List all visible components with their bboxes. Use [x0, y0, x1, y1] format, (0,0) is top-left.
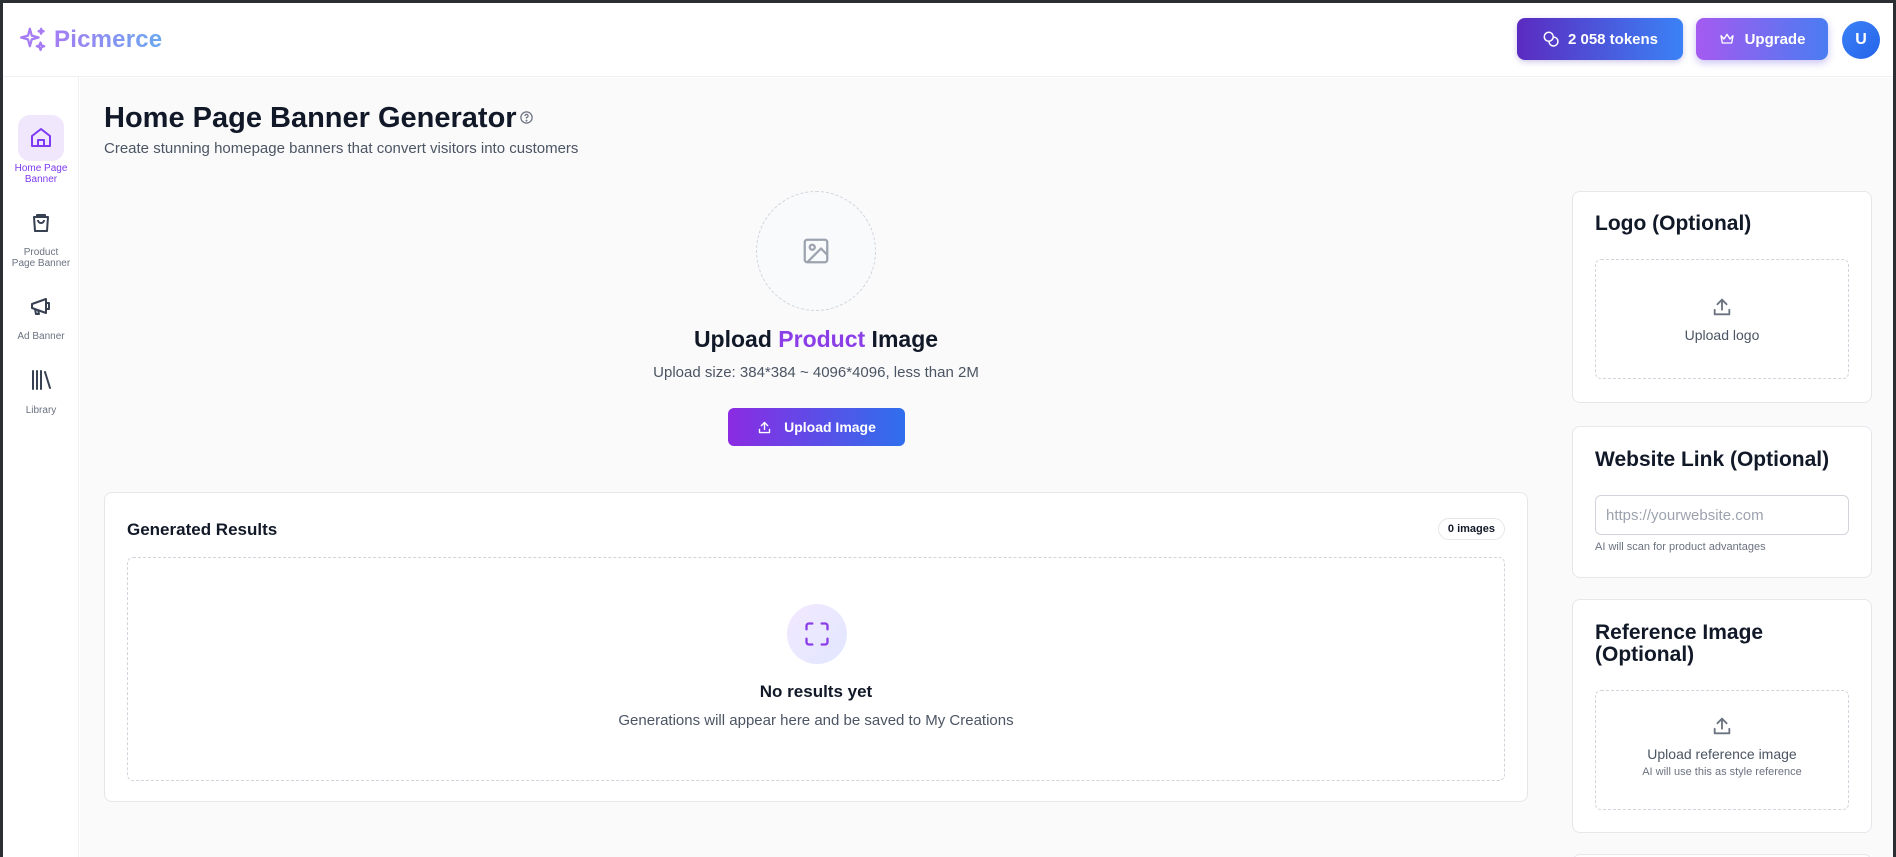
crown-icon: [1719, 33, 1734, 44]
upload-icon: [1713, 298, 1731, 316]
upload-reference-sub: AI will use this as style reference: [1642, 766, 1802, 778]
logo-dropzone[interactable]: Upload logo: [1595, 259, 1849, 379]
website-link-title: Website Link (Optional): [1595, 448, 1830, 471]
home-icon: [31, 128, 51, 147]
upload-title: Upload Product Image: [516, 326, 1116, 353]
reference-image-title: Reference Image (Optional): [1595, 621, 1764, 666]
reference-image-dropzone[interactable]: Upload reference image AI will use this …: [1595, 690, 1849, 810]
top-bar: Picmerce 2 058 tokens Upgrade U: [3, 3, 1893, 77]
page-subtitle: Create stunning homepage banners that co…: [104, 140, 579, 157]
sidebar-item-ad-banner[interactable]: Ad Banner: [3, 283, 79, 342]
reference-image-panel: Reference Image (Optional) Upload refere…: [1572, 599, 1872, 833]
upload-image-label: Upload Image: [784, 419, 876, 435]
generated-results-card: Generated Results 0 images No results ye…: [104, 492, 1528, 802]
scan-frame-icon: [805, 622, 829, 646]
image-icon: [803, 238, 829, 264]
sidebar: Home Page Banner Product Page Banner Ad …: [3, 77, 79, 857]
upload-icon: [1713, 717, 1731, 735]
app-window: Picmerce 2 058 tokens Upgrade U Home Pag…: [3, 3, 1893, 857]
results-title: Generated Results: [127, 520, 278, 539]
brand-logo[interactable]: Picmerce: [18, 25, 162, 55]
sidebar-item-label: Product Page Banner: [11, 247, 71, 269]
upload-image-button[interactable]: Upload Image: [728, 408, 905, 446]
sidebar-item-label: Home Page Banner: [14, 163, 68, 185]
website-link-note: AI will scan for product advantages: [1595, 541, 1766, 553]
megaphone-icon: [31, 298, 50, 315]
sparkle-icon: [20, 27, 46, 52]
help-icon[interactable]: [519, 110, 534, 125]
upload-title-suffix: Image: [865, 326, 939, 352]
results-count-badge: 0 images: [1437, 518, 1505, 540]
upload-logo-label: Upload logo: [1684, 327, 1760, 343]
shopping-bag-icon: [33, 214, 49, 232]
upload-icon: [758, 421, 771, 433]
empty-state-icon-wrap: [787, 604, 847, 664]
empty-state-title: No results yet: [759, 682, 873, 701]
page-title: Home Page Banner Generator: [104, 102, 517, 134]
empty-state-subtitle: Generations will appear here and be save…: [618, 712, 1014, 729]
website-url-input[interactable]: [1595, 495, 1849, 535]
upgrade-label: Upgrade: [1744, 30, 1806, 48]
upload-title-prefix: Upload: [693, 326, 779, 352]
sidebar-item-library[interactable]: Library: [3, 357, 79, 416]
logo-panel-title: Logo (Optional): [1595, 212, 1752, 235]
tokens-label: 2 058 tokens: [1567, 30, 1659, 48]
upload-size-hint: Upload size: 384*384 ~ 4096*4096, less t…: [653, 364, 979, 381]
sidebar-item-home-page-banner[interactable]: Home Page Banner: [3, 115, 79, 185]
tokens-button[interactable]: 2 058 tokens: [1517, 18, 1683, 60]
upload-reference-label: Upload reference image: [1647, 746, 1797, 762]
results-empty-state: No results yet Generations will appear h…: [127, 557, 1505, 781]
main-content: Home Page Banner Generator Create stunni…: [80, 78, 1893, 857]
library-icon: [32, 370, 51, 390]
product-image-dropzone[interactable]: [756, 191, 876, 311]
upload-title-accent: Product: [778, 326, 866, 352]
upgrade-button[interactable]: Upgrade: [1696, 18, 1828, 60]
sidebar-item-label: Ad Banner: [17, 331, 65, 342]
sidebar-item-product-page-banner[interactable]: Product Page Banner: [3, 199, 79, 269]
website-link-panel: Website Link (Optional) AI will scan for…: [1572, 426, 1872, 578]
sidebar-item-label: Library: [25, 405, 57, 416]
brand-name: Picmerce: [54, 26, 163, 53]
coins-icon: [1543, 31, 1559, 47]
avatar[interactable]: U: [1842, 21, 1880, 59]
logo-panel: Logo (Optional) Upload logo: [1572, 191, 1872, 403]
